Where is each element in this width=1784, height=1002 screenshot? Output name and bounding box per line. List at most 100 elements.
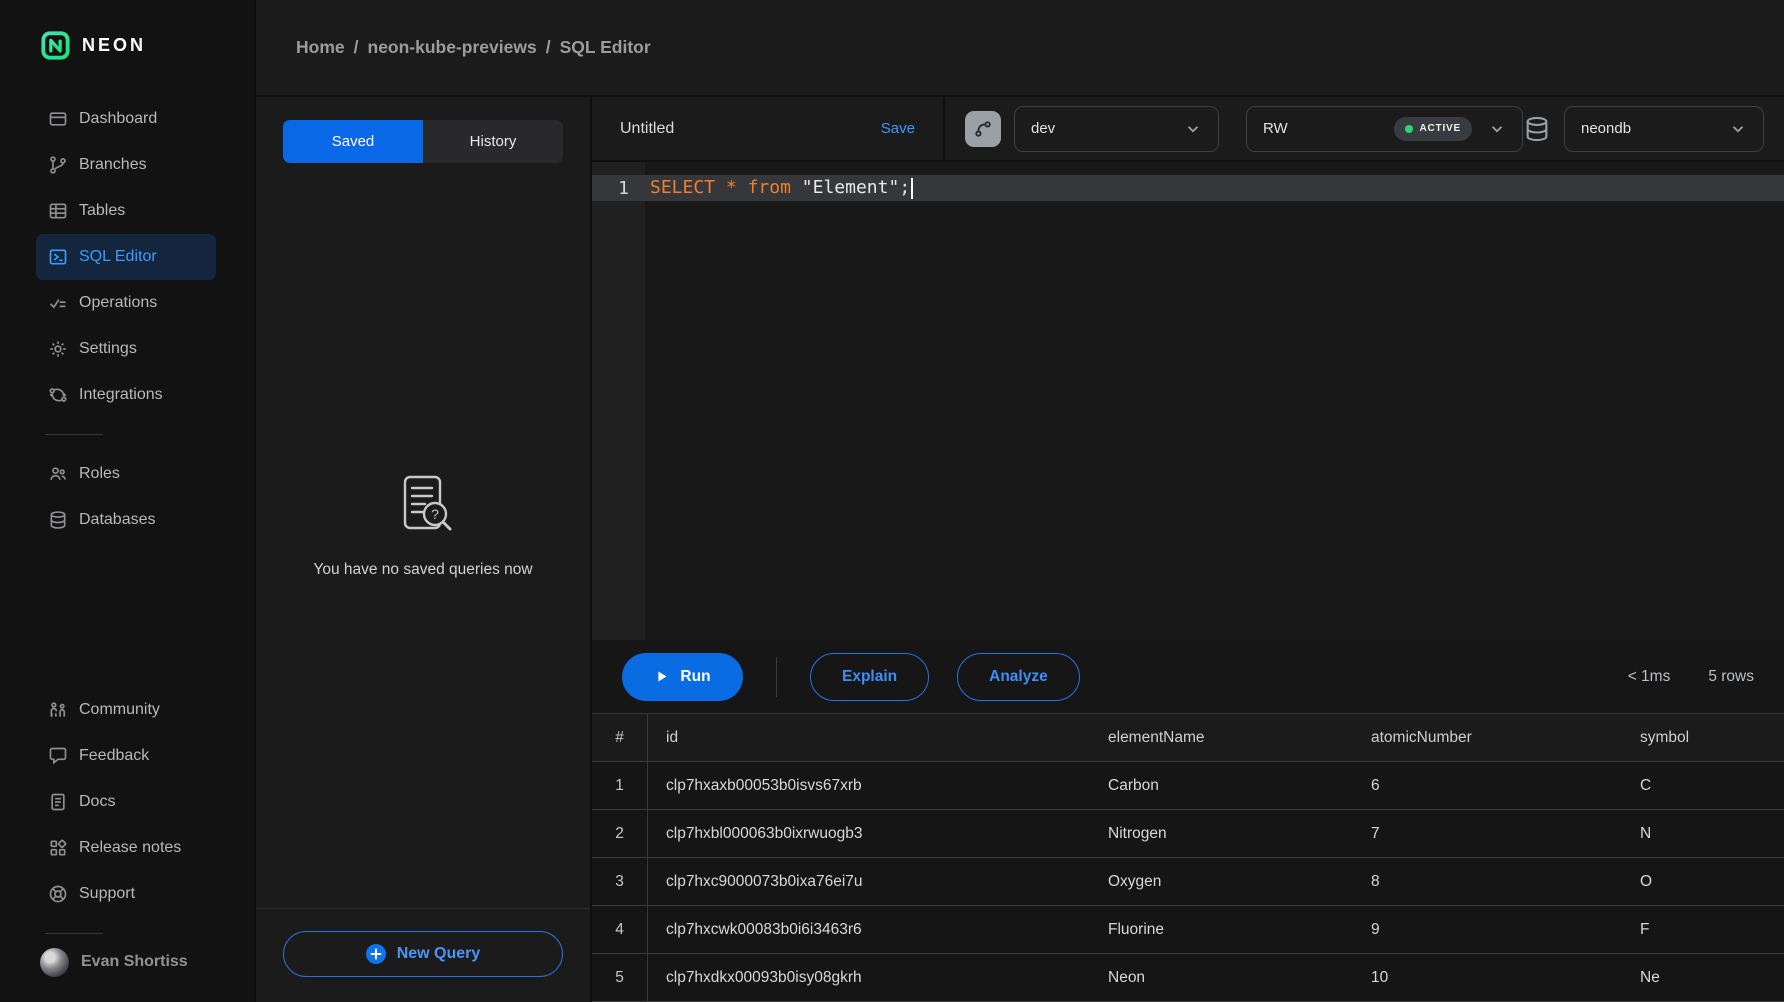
- sidebar-item-label: Tables: [79, 202, 125, 220]
- sidebar-item-label: SQL Editor: [79, 248, 157, 266]
- save-button[interactable]: Save: [881, 120, 915, 137]
- sidebar-item-label: Release notes: [79, 839, 181, 857]
- cell-atomicNumber: 9: [1353, 921, 1622, 939]
- cell-atomicNumber: 6: [1353, 777, 1622, 795]
- code-line-current: 1 SELECT * from "Element";: [592, 175, 1784, 201]
- run-label: Run: [680, 668, 710, 686]
- breadcrumb-home[interactable]: Home: [296, 37, 345, 58]
- result-row-count: 5 rows: [1708, 668, 1754, 686]
- queries-tabs: Saved History: [256, 97, 590, 181]
- sidebar-item-label: Operations: [79, 294, 157, 312]
- sidebar-item-sql-editor[interactable]: SQL Editor: [36, 234, 216, 280]
- database-icon: [48, 510, 68, 530]
- cell-index: 2: [592, 810, 648, 857]
- editor-toolbar: Untitled Save dev: [592, 97, 1784, 160]
- breadcrumb-page[interactable]: SQL Editor: [560, 37, 651, 58]
- table-row: 1 clp7hxaxb00053b0isvs67xrb Carbon 6 C: [592, 762, 1784, 810]
- avatar: [40, 948, 69, 977]
- database-cylinder-icon: [1523, 115, 1551, 143]
- cell-id: clp7hxaxb00053b0isvs67xrb: [648, 777, 1090, 795]
- table-row: 2 clp7hxbl000063b0ixrwuogb3 Nitrogen 7 N: [592, 810, 1784, 858]
- sidebar-divider: [45, 434, 103, 435]
- query-duration: < 1ms: [1628, 668, 1671, 686]
- sidebar-item-tables[interactable]: Tables: [36, 188, 216, 234]
- column-header-id: id: [648, 729, 1090, 747]
- brand-wordmark: NEON: [82, 35, 146, 56]
- sidebar-item-label: Databases: [79, 511, 156, 529]
- database-select-value: neondb: [1581, 120, 1631, 137]
- empty-state-text: You have no saved queries now: [313, 561, 532, 579]
- branch-select[interactable]: dev: [1014, 106, 1219, 152]
- dashboard-icon: [48, 109, 68, 129]
- sql-keyword: SELECT: [650, 177, 715, 198]
- line-number: 1: [592, 178, 645, 199]
- cell-index: 4: [592, 906, 648, 953]
- sidebar-item-label: Docs: [79, 793, 115, 811]
- cell-symbol: F: [1622, 921, 1784, 939]
- tab-saved[interactable]: Saved: [283, 120, 423, 163]
- brand[interactable]: NEON: [0, 0, 254, 90]
- database-select[interactable]: neondb: [1564, 106, 1764, 152]
- document-icon: [48, 792, 68, 812]
- column-header-elementName: elementName: [1090, 729, 1353, 747]
- sidebar-nav-tertiary: Community Feedback Docs Release notes: [0, 681, 254, 923]
- sidebar-nav-primary: Dashboard Branches Tables SQL Editor: [0, 90, 254, 424]
- sidebar-item-roles[interactable]: Roles: [36, 451, 216, 497]
- endpoint-select[interactable]: RW ACTIVE: [1246, 106, 1523, 152]
- sidebar-item-label: Support: [79, 885, 135, 903]
- sidebar-item-databases[interactable]: Databases: [36, 497, 216, 543]
- explain-button[interactable]: Explain: [810, 653, 929, 701]
- sidebar-divider-bottom: [45, 933, 103, 934]
- sql-identifier: "Element": [802, 177, 900, 198]
- cell-symbol: O: [1622, 873, 1784, 891]
- cell-id: clp7hxcwk00083b0i6i3463r6: [648, 921, 1090, 939]
- cell-symbol: Ne: [1622, 969, 1784, 987]
- sidebar-item-dashboard[interactable]: Dashboard: [36, 96, 216, 142]
- text-cursor: [911, 178, 913, 199]
- sidebar-item-integrations[interactable]: Integrations: [36, 372, 216, 418]
- sidebar-item-label: Feedback: [79, 747, 149, 765]
- analyze-button[interactable]: Analyze: [957, 653, 1080, 701]
- cell-atomicNumber: 7: [1353, 825, 1622, 843]
- breadcrumb-project[interactable]: neon-kube-previews: [368, 37, 537, 58]
- grid-diamond-icon: [48, 838, 68, 858]
- sql-keyword: from: [748, 177, 791, 198]
- integrations-icon: [48, 385, 68, 405]
- query-title[interactable]: Untitled: [620, 120, 674, 138]
- sidebar-item-community[interactable]: Community: [36, 687, 216, 733]
- sidebar-item-operations[interactable]: Operations: [36, 280, 216, 326]
- new-query-button[interactable]: New Query: [283, 931, 563, 977]
- cell-id: clp7hxbl000063b0ixrwuogb3: [648, 825, 1090, 843]
- new-query-label: New Query: [397, 945, 481, 963]
- sidebar-nav-secondary: Roles Databases: [0, 445, 254, 549]
- sidebar-item-release-notes[interactable]: Release notes: [36, 825, 216, 871]
- breadcrumb: Home / neon-kube-previews / SQL Editor: [256, 0, 1784, 97]
- branch-section: dev RW ACTIVE: [945, 97, 1523, 160]
- check-list-icon: [48, 293, 68, 313]
- sidebar-item-docs[interactable]: Docs: [36, 779, 216, 825]
- sidebar-item-settings[interactable]: Settings: [36, 326, 216, 372]
- cell-elementName: Nitrogen: [1090, 825, 1353, 843]
- table-row: 5 clp7hxdkx00093b0isy08gkrh Neon 10 Ne: [592, 954, 1784, 1002]
- terminal-icon: [48, 247, 68, 267]
- run-button[interactable]: Run: [622, 653, 743, 701]
- sidebar-item-support[interactable]: Support: [36, 871, 216, 917]
- workspace: Saved History ?: [256, 97, 1784, 1002]
- git-branch-icon: [48, 155, 68, 175]
- branch-icon-button[interactable]: [965, 111, 1001, 147]
- svg-text:?: ?: [431, 506, 439, 522]
- query-title-section: Untitled Save: [592, 97, 945, 160]
- tab-history[interactable]: History: [423, 120, 563, 163]
- no-queries-icon: ?: [391, 471, 455, 535]
- sidebar-item-feedback[interactable]: Feedback: [36, 733, 216, 779]
- community-icon: [48, 700, 68, 720]
- results-table: # id elementName atomicNumber symbol 1 c…: [592, 713, 1784, 1002]
- cell-symbol: N: [1622, 825, 1784, 843]
- sidebar-item-branches[interactable]: Branches: [36, 142, 216, 188]
- editor-pane: Untitled Save dev: [592, 97, 1784, 1002]
- breadcrumb-separator: /: [354, 37, 359, 58]
- table-row: 4 clp7hxcwk00083b0i6i3463r6 Fluorine 9 F: [592, 906, 1784, 954]
- sql-code-editor[interactable]: 1 SELECT * from "Element";: [592, 160, 1784, 640]
- user-menu[interactable]: Evan Shortiss: [0, 944, 254, 1002]
- sidebar-item-label: Community: [79, 701, 160, 719]
